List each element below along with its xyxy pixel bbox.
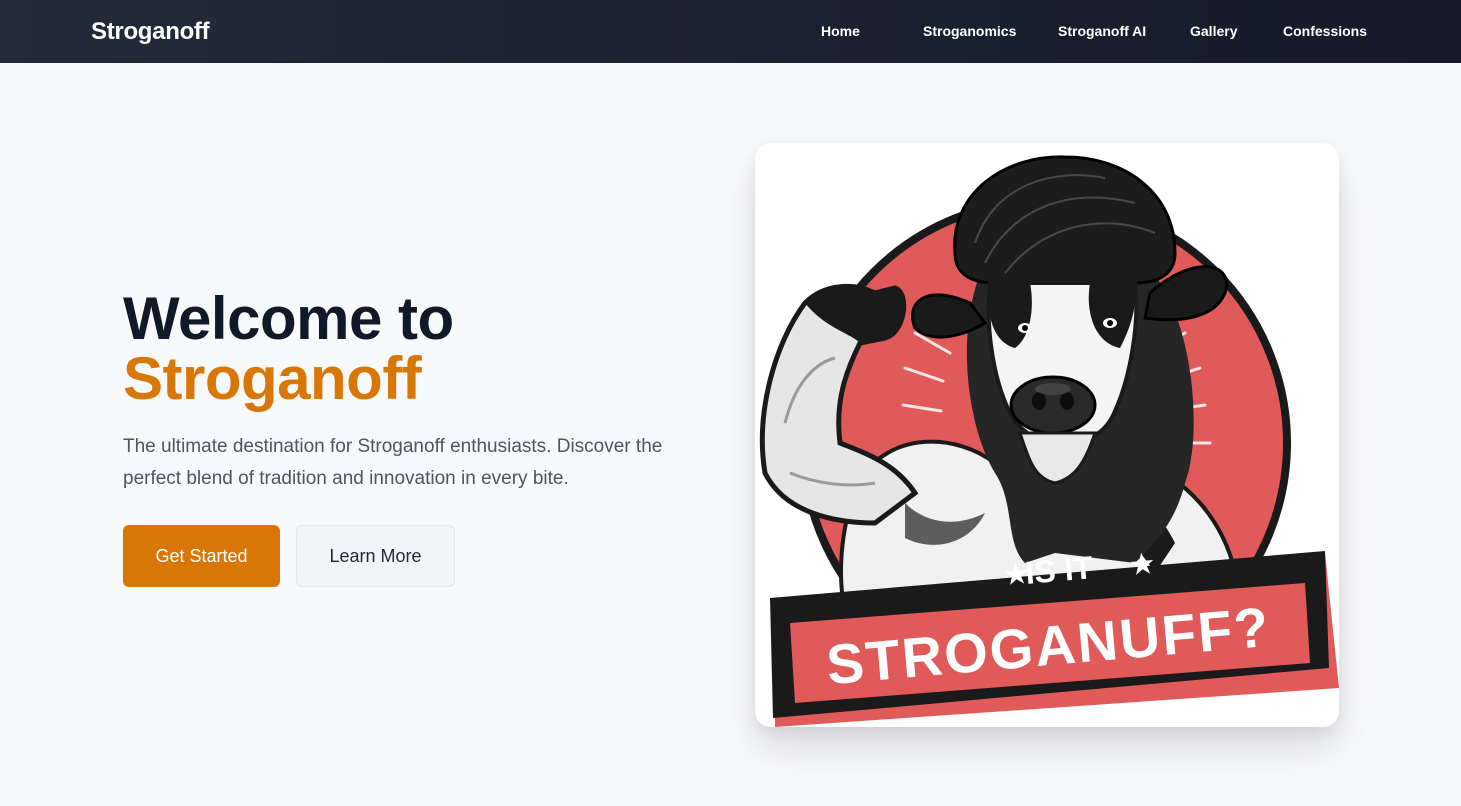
nav-link-home[interactable]: Home [821, 23, 860, 39]
hero-title-line1: Welcome to [123, 285, 454, 352]
nav-link-stroganoff-ai[interactable]: Stroganoff AI [1058, 23, 1146, 39]
hero-image-card: ★ IS IT ★ STROGANUFF? [755, 143, 1339, 727]
brand-logo[interactable]: Stroganoff [91, 18, 210, 46]
top-navbar: Stroganoff Home Stroganomics Stroganoff … [0, 0, 1461, 63]
hero-title: Welcome to Stroganoff [123, 289, 454, 409]
get-started-button[interactable]: Get Started [123, 525, 280, 587]
hero-subtitle: The ultimate destination for Stroganoff … [123, 436, 663, 489]
hero-section: Welcome to Stroganoff The ultimate desti… [0, 63, 1461, 806]
nav-link-stroganomics[interactable]: Stroganomics [923, 23, 1016, 39]
star-right-icon: ★ [1129, 548, 1156, 580]
stroganuff-cow-illustration: ★ IS IT ★ STROGANUFF? [759, 155, 1339, 727]
banner-is-it-text: IS IT [1024, 549, 1095, 591]
nav-link-gallery[interactable]: Gallery [1190, 23, 1237, 39]
nav-link-confessions[interactable]: Confessions [1283, 23, 1367, 39]
learn-more-button[interactable]: Learn More [296, 525, 455, 587]
hero-title-highlight: Stroganoff [123, 345, 422, 412]
